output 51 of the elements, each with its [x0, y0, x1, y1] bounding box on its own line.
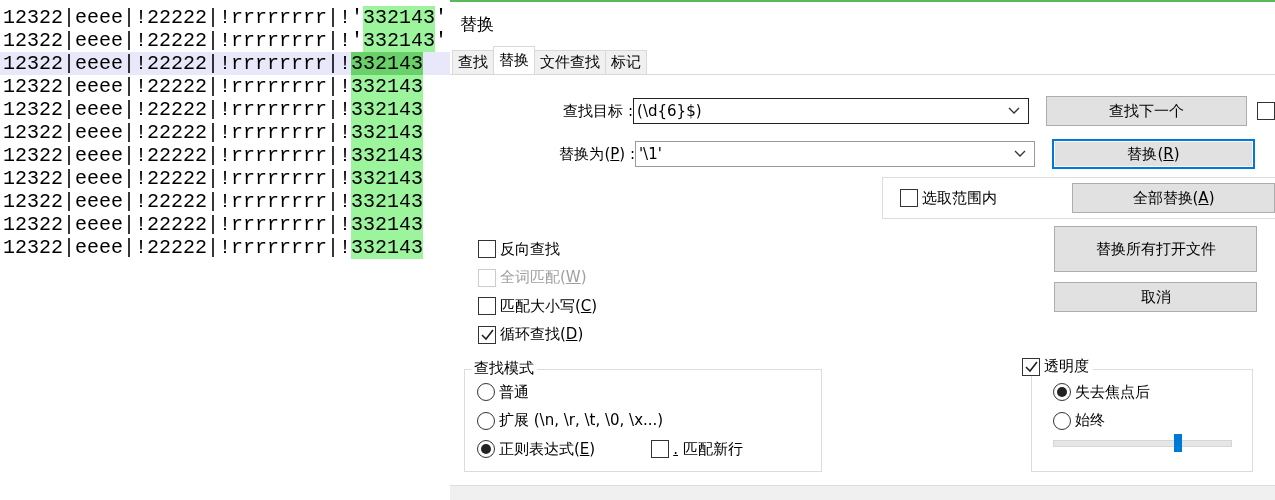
code-line: 12322|eeee|!22222|!rrrrrrrr|!'332143' [2, 29, 449, 52]
code-line: 12322|eeee|!22222|!rrrrrrrr|!332143 [2, 144, 425, 167]
radio-button[interactable] [1053, 383, 1071, 402]
code-line: 12322|eeee|!22222|!rrrrrrrr|!332143 [2, 98, 425, 121]
code-line: 12322|eeee|!22222|!rrrrrrrr|!332143 [2, 75, 425, 98]
checkbox-label: 选取范围内 [922, 188, 998, 208]
cancel-button[interactable]: 取消 [1054, 282, 1257, 312]
tab[interactable]: 查找 [452, 50, 494, 74]
field-label: 替换为(P) : [558, 144, 635, 164]
find-combo-field[interactable]: (\d{6}$) [633, 98, 1030, 124]
radio-label: 失去焦点后 [1075, 382, 1150, 402]
chevron-down-icon [1008, 107, 1021, 115]
code-line: 12322|eeee|!22222|!rrrrrrrr|!'332143' [2, 6, 449, 29]
tab[interactable]: 文件查找 [534, 50, 606, 74]
checkbox[interactable] [651, 440, 670, 459]
checkbox-label: 全词匹配(W) [500, 268, 587, 288]
slider-thumb[interactable] [1173, 434, 1182, 452]
group-title: 查找模式 [471, 359, 537, 378]
field-label: 查找目标 : [562, 101, 634, 121]
find-next-button[interactable]: 查找下一个 [1046, 96, 1247, 126]
checkbox-label: 透明度 [1044, 357, 1089, 376]
code-line: 12322|eeee|!22222|!rrrrrrrr|!332143 [2, 121, 425, 144]
checkbox-label: 反向查找 [500, 239, 560, 259]
code-line: 12322|eeee|!22222|!rrrrrrrr|!332143 [2, 190, 425, 213]
radio-label: 扩展 (\n, \r, \t, \0, \x...) [499, 411, 664, 431]
replace-all-button[interactable]: 全部替换(A) [1072, 183, 1275, 213]
radio-label: 普通 [499, 382, 529, 402]
checkbox[interactable] [478, 297, 496, 316]
chevron-down-icon [1014, 150, 1026, 158]
replace-all-open-files-button[interactable]: 替换所有打开文件 [1054, 226, 1257, 272]
radio-button[interactable] [477, 440, 495, 459]
checkbox[interactable] [478, 240, 496, 259]
checkbox[interactable] [900, 189, 918, 207]
radio-label: 正则表达式(E) [499, 439, 596, 459]
code-line: 12322|eeee|!22222|!rrrrrrrr|!332143 [2, 236, 425, 259]
code-line: 12322|eeee|!22222|!rrrrrrrr|!332143 [2, 213, 425, 236]
code-line: 12322|eeee|!22222|!rrrrrrrr|!332143 [2, 167, 425, 190]
tab[interactable]: 标记 [605, 50, 647, 74]
checkbox-label: 循环查找(D) [500, 325, 584, 345]
checkbox[interactable] [1257, 102, 1275, 120]
radio-button[interactable] [477, 383, 495, 402]
replace-button[interactable]: 替换(R) [1052, 139, 1255, 169]
dialog-title: 替换 [460, 12, 494, 36]
checkbox[interactable] [478, 325, 496, 344]
checkbox-label: . 匹配新行 [673, 439, 743, 459]
replace-combo-field[interactable]: '\1' [635, 141, 1035, 167]
checkbox-label: 匹配大小写(C) [500, 296, 598, 316]
radio-button[interactable] [477, 411, 495, 430]
radio-button[interactable] [1053, 411, 1071, 430]
checkbox[interactable] [1022, 357, 1040, 376]
radio-label: 始终 [1075, 411, 1105, 431]
